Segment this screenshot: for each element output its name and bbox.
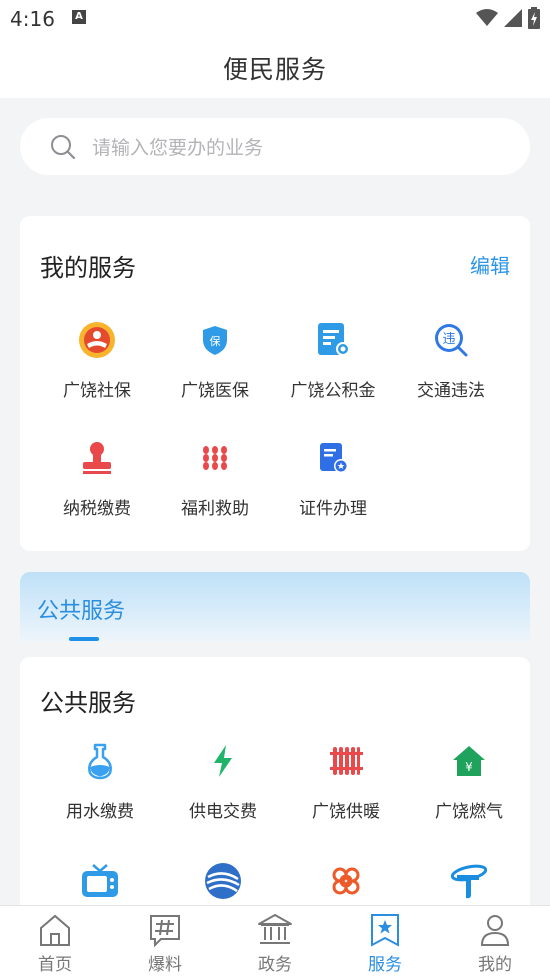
tab-label: 首页 [38, 955, 72, 975]
notification-a-icon: A [72, 10, 86, 24]
wifi-icon [476, 9, 498, 26]
service-label: 供电交费 [189, 802, 257, 822]
my-services-title: 我的服务 [40, 254, 136, 282]
tab-label: 爆料 [148, 955, 182, 975]
status-time: 4:16 [10, 7, 55, 31]
search-area: 请输入您要办的业务 [0, 98, 550, 178]
china-telecom-icon [450, 864, 488, 899]
tab-label: 我的 [478, 955, 512, 975]
hashtag-icon [150, 915, 180, 948]
china-mobile-icon [205, 863, 241, 899]
tab-home[interactable]: 首页 [0, 906, 110, 979]
svg-text:¥: ¥ [465, 760, 473, 774]
radiator-icon [330, 747, 363, 775]
tab-government[interactable]: 政务 [220, 906, 330, 979]
service-label: 广饶公积金 [290, 381, 376, 401]
service-item-tax[interactable]: 纳税缴费 [38, 438, 156, 519]
service-star-icon [371, 914, 399, 947]
welfare-icon [203, 446, 227, 470]
service-label: 广饶供暖 [312, 802, 380, 822]
tab-mine[interactable]: 我的 [440, 906, 550, 979]
service-item-heating[interactable]: 广饶供暖 [287, 741, 405, 822]
service-item-housing-fund[interactable]: 广饶公积金 [274, 320, 392, 401]
svg-text:违: 违 [442, 332, 455, 347]
water-flask-icon [88, 743, 112, 780]
service-item-certificate[interactable]: 证件办理 [274, 438, 392, 519]
china-unicom-icon [332, 867, 360, 895]
my-services-card: 我的服务 编辑 广饶社保 保 广饶医保 广饶公积金 违 交通违法 纳税缴费 福利… [20, 216, 530, 551]
public-services-card: 公共服务 用水缴费 供电交费 广饶供暖 ¥ 广饶燃气 [20, 657, 530, 917]
social-security-icon [79, 322, 115, 358]
service-item-social-security[interactable]: 广饶社保 [38, 320, 156, 401]
service-item-traffic-violation[interactable]: 违 交通违法 [392, 320, 510, 401]
tv-icon [82, 864, 118, 897]
government-icon [258, 914, 292, 944]
home-icon [40, 914, 70, 946]
svg-text:保: 保 [210, 334, 221, 348]
service-item-medical-insurance[interactable]: 保 广饶医保 [156, 320, 274, 401]
profile-icon [480, 915, 510, 946]
service-label: 广饶燃气 [435, 802, 503, 822]
service-label: 交通违法 [417, 381, 485, 401]
status-bar: 4:16 A [0, 0, 550, 38]
search-placeholder: 请输入您要办的业务 [92, 137, 264, 159]
tax-stamp-icon [83, 442, 111, 474]
service-label: 广饶社保 [63, 381, 131, 401]
tab-indicator [69, 637, 99, 641]
bottom-tab-bar: 首页 爆料 政务 服务 我的 [0, 905, 550, 979]
tab-label: 政务 [258, 955, 292, 975]
service-item-welfare[interactable]: 福利救助 [156, 438, 274, 519]
lightning-icon [214, 745, 232, 777]
public-services-title: 公共服务 [40, 689, 136, 717]
status-icons [476, 6, 540, 30]
service-item-electricity[interactable]: 供电交费 [164, 741, 282, 822]
edit-button[interactable]: 编辑 [470, 250, 510, 279]
medical-insurance-icon: 保 [203, 326, 227, 355]
service-item-gas[interactable]: ¥ 广饶燃气 [410, 741, 528, 822]
certificate-icon [320, 443, 348, 473]
service-label: 纳税缴费 [63, 499, 131, 519]
battery-icon [528, 7, 540, 29]
housing-fund-icon [318, 323, 350, 356]
public-services-tab-bar: 公共服务 [20, 572, 530, 642]
title-bar: 便民服务 [0, 38, 550, 98]
tab-label: 服务 [368, 955, 402, 975]
search-icon [51, 135, 76, 160]
service-label: 证件办理 [299, 499, 367, 519]
traffic-violation-icon: 违 [435, 324, 468, 357]
page-title: 便民服务 [222, 55, 327, 84]
service-label: 福利救助 [181, 499, 249, 519]
tab-report[interactable]: 爆料 [110, 906, 220, 979]
tab-services[interactable]: 服务 [330, 906, 440, 979]
service-item-water[interactable]: 用水缴费 [41, 741, 159, 822]
signal-icon [504, 9, 522, 27]
search-input[interactable]: 请输入您要办的业务 [20, 118, 530, 175]
tab-public-services[interactable]: 公共服务 [37, 593, 125, 625]
service-label: 用水缴费 [66, 802, 134, 822]
gas-house-icon: ¥ [453, 746, 485, 776]
service-label: 广饶医保 [181, 381, 249, 401]
